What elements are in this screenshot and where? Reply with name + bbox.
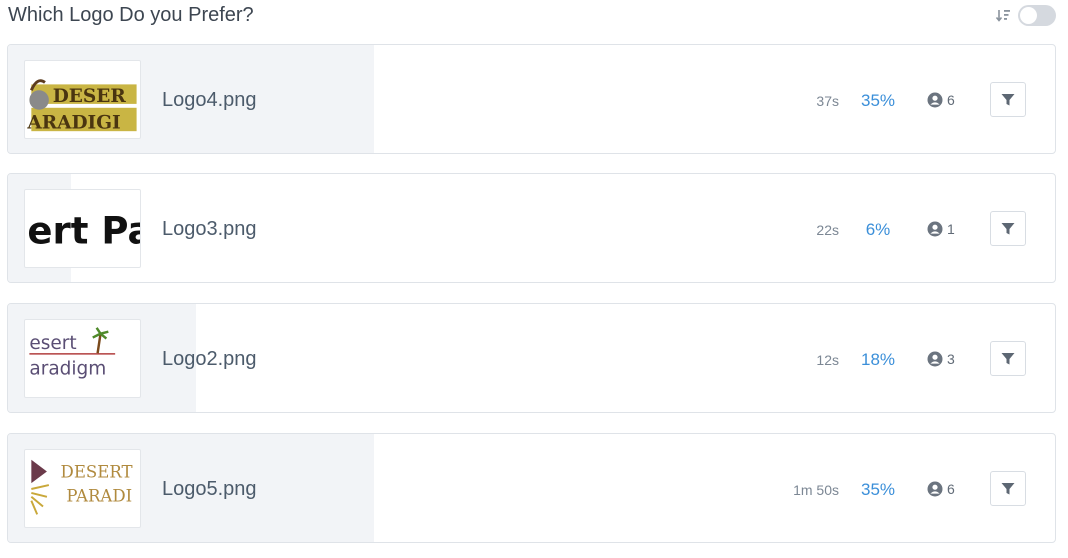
voter-count: 6 [927, 92, 955, 108]
thumb-text: DESERT [61, 462, 133, 481]
filter-button[interactable] [990, 82, 1026, 117]
voter-count: 6 [927, 481, 955, 497]
vote-percent: 35% [860, 480, 896, 499]
logo-thumbnail: esert aradigm [24, 319, 141, 398]
user-icon [927, 481, 943, 497]
voter-count-value: 3 [947, 351, 955, 367]
user-icon [927, 221, 943, 237]
thumb-text: DESER [53, 86, 127, 107]
filter-button[interactable] [990, 471, 1026, 506]
thumb-text: ARADIGI [26, 112, 120, 133]
filter-icon [1001, 222, 1015, 234]
thumb-text: esert [29, 333, 76, 354]
thumb-text: PARADI [66, 487, 132, 506]
result-row: DESER ARADIGI Logo4.png 37s 35% 6 [7, 44, 1056, 154]
voter-count: 3 [927, 351, 955, 367]
filter-icon [1001, 482, 1015, 494]
result-row: DESERT PARADI Logo5.png 1m 50s 35% 6 [7, 433, 1056, 543]
time-spent: 1m 50s [793, 482, 839, 498]
vote-percent: 35% [860, 91, 896, 110]
result-row: ert Pa Logo3.png 22s 6% 1 [7, 173, 1056, 283]
voter-count: 1 [927, 221, 955, 237]
page-title: Which Logo Do you Prefer? [8, 4, 254, 26]
time-spent: 12s [816, 352, 839, 368]
file-name: Logo2.png [162, 348, 257, 370]
time-spent: 22s [816, 222, 839, 238]
time-spent: 37s [816, 93, 839, 109]
logo-thumbnail: DESER ARADIGI [24, 60, 141, 139]
filter-icon [1001, 352, 1015, 364]
file-name: Logo4.png [162, 89, 257, 111]
voter-count-value: 1 [947, 221, 955, 237]
vote-percent: 18% [860, 350, 896, 369]
sort-icon[interactable] [995, 8, 1011, 24]
thumb-text: aradigm [29, 359, 106, 380]
logo-thumbnail: ert Pa [24, 189, 141, 268]
user-icon [927, 351, 943, 367]
filter-button[interactable] [990, 211, 1026, 246]
filter-icon [1001, 93, 1015, 105]
vote-percent: 6% [865, 220, 891, 239]
voter-count-value: 6 [947, 92, 955, 108]
filter-button[interactable] [990, 341, 1026, 376]
file-name: Logo3.png [162, 218, 257, 240]
file-name: Logo5.png [162, 478, 257, 500]
sort-toggle[interactable] [1018, 5, 1056, 26]
logo-thumbnail: DESERT PARADI [24, 449, 141, 528]
user-icon [927, 92, 943, 108]
voter-count-value: 6 [947, 481, 955, 497]
result-row: esert aradigm Logo2.png 12s 18% 3 [7, 303, 1056, 413]
toggle-knob [1020, 7, 1037, 24]
thumb-text: ert Pa [27, 210, 140, 253]
